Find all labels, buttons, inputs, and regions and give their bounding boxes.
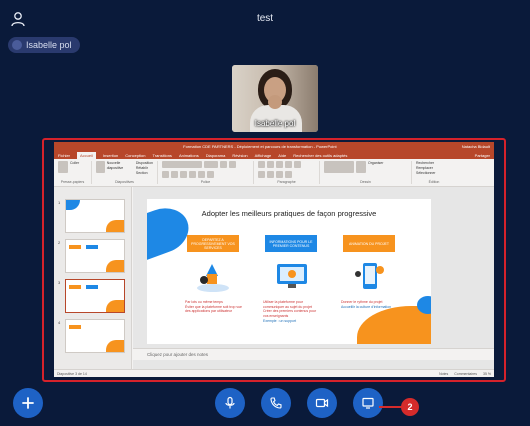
ppt-tab: Affichage	[254, 152, 272, 158]
ribbon-group-font: Police	[162, 161, 254, 184]
ribbon-selectionner: Sélectionner	[416, 170, 436, 175]
slide-counter: Diapositive 3 de 14	[57, 371, 87, 376]
slide-thumbnail: 4	[58, 319, 125, 353]
ppt-tab: Transitions	[152, 152, 172, 158]
ribbon-group-editing: Rechercher Remplacer Sélectionner Édition	[416, 161, 456, 184]
screen-share-icon	[362, 397, 374, 409]
current-slide: Adopter les meilleurs pratiques de façon…	[147, 199, 431, 344]
ribbon-group-clipboard: Coller Presse-papiers	[58, 161, 92, 184]
step-badge: 2	[401, 398, 419, 416]
ppt-share: Partager	[474, 152, 490, 158]
ribbon-group-drawing: Organiser Dessin	[324, 161, 412, 184]
participant-video-tile[interactable]: Isabelle pol	[232, 65, 318, 132]
ppt-title-bar: Formation CDE PARTNERS - Déploiement et …	[54, 142, 494, 151]
ppt-tab: Fichier	[58, 152, 71, 158]
ribbon-group-label: Dessin	[360, 180, 371, 184]
callout-line	[379, 406, 402, 408]
ribbon-group-label: Paragraphe	[277, 180, 296, 184]
slide-thumbnails: 1 2 3 4	[54, 187, 132, 369]
ribbon-group-label: Édition	[428, 180, 440, 184]
ribbon-group-label: Police	[200, 180, 211, 184]
call-button[interactable]	[261, 388, 291, 418]
ppt-tab: Animations	[178, 152, 199, 158]
ribbon-section: Section	[135, 170, 148, 175]
video-button[interactable]	[307, 388, 337, 418]
video-camera-icon	[315, 398, 329, 408]
slide-column-heading: INFORMATIONS POUR LE PREMIER CONTENUS	[265, 235, 317, 252]
phone-icon	[270, 397, 282, 409]
ppt-user-name: Natacha Bidault	[461, 144, 490, 149]
slide-column-heading: DEPARTEZ A PROGRESSIVEMENT VOS SERVICES	[187, 235, 239, 252]
rocket-illustration	[197, 264, 229, 292]
participant-name: Isabelle pol	[26, 40, 72, 50]
zoom-level: 35 %	[483, 371, 491, 376]
ribbon-group-paragraph: Paragraphe	[258, 161, 320, 184]
participant-chip[interactable]: Isabelle pol	[8, 37, 80, 53]
call-title: test	[256, 13, 274, 24]
screen-share-button[interactable]	[353, 388, 383, 418]
ribbon-group-slides: Nouvelle diapositive Disposition Rétablir S…	[96, 161, 158, 184]
slide-thumbnail-selected: 3	[58, 279, 125, 313]
video-person-hand	[268, 95, 282, 109]
ribbon-group-label: Diapositives	[115, 180, 134, 184]
phone-person-illustration	[355, 263, 384, 289]
slide-thumbnail: 1	[58, 199, 125, 233]
slide-thumbnail: 2	[58, 239, 125, 273]
ppt-tab: Révision	[232, 152, 248, 158]
slide-title: Adopter les meilleurs pratiques de façon…	[201, 209, 377, 218]
status-notes: Notes	[439, 371, 449, 376]
microphone-icon	[225, 396, 235, 409]
ppt-body: 1 2 3 4 Adopter les meilleurs pratiques …	[54, 187, 494, 369]
status-comments: Commentaires	[454, 371, 478, 376]
slide-column-text: Utiliser la plateforme pour communiquer …	[263, 300, 317, 323]
notes-placeholder: Cliquez pour ajouter des notes	[133, 348, 494, 360]
slide-column-heading: ANIMATION DU PROJET	[343, 235, 395, 252]
ppt-search: Rechercher des outils adaptés	[293, 152, 348, 158]
shared-powerpoint-window[interactable]: Formation CDE PARTNERS - Déploiement et …	[54, 142, 494, 377]
ppt-tab: Insertion	[102, 152, 119, 158]
ppt-tab: Aide	[278, 152, 287, 158]
avatar	[12, 40, 22, 50]
ppt-window-title: Formation CDE PARTNERS - Déploiement et …	[183, 144, 337, 149]
ppt-tab: Conception	[125, 152, 146, 158]
slide-canvas: Adopter les meilleurs pratiques de façon…	[133, 187, 494, 369]
ppt-ribbon: Coller Presse-papiers Nouvelle diapositi…	[54, 159, 494, 187]
video-tile-name: Isabelle pol	[254, 119, 296, 128]
ppt-ribbon-tabs: Fichier Accueil Insertion Conception Tra…	[54, 151, 494, 159]
ppt-tab-active: Accueil	[77, 151, 96, 159]
ribbon-group-label: Presse-papiers	[60, 180, 85, 184]
ribbon-coller: Coller	[70, 161, 80, 165]
add-button[interactable]	[13, 388, 43, 418]
microphone-button[interactable]	[215, 388, 245, 418]
slide-column-text: Donner le rythme du projet Accueillir la…	[341, 300, 392, 309]
ppt-status-bar: Diapositive 3 de 14 Notes Commentaires 3…	[54, 369, 494, 377]
ppt-tab: Diaporama	[205, 152, 226, 158]
slide-column-text: Par lots ou même temps Éviter que la pla…	[185, 300, 243, 314]
ribbon-organiser: Organiser	[368, 161, 384, 165]
monitor-illustration	[277, 264, 307, 288]
ribbon-nouvelle: Nouvelle diapositive	[106, 161, 124, 170]
plus-icon	[22, 397, 34, 409]
